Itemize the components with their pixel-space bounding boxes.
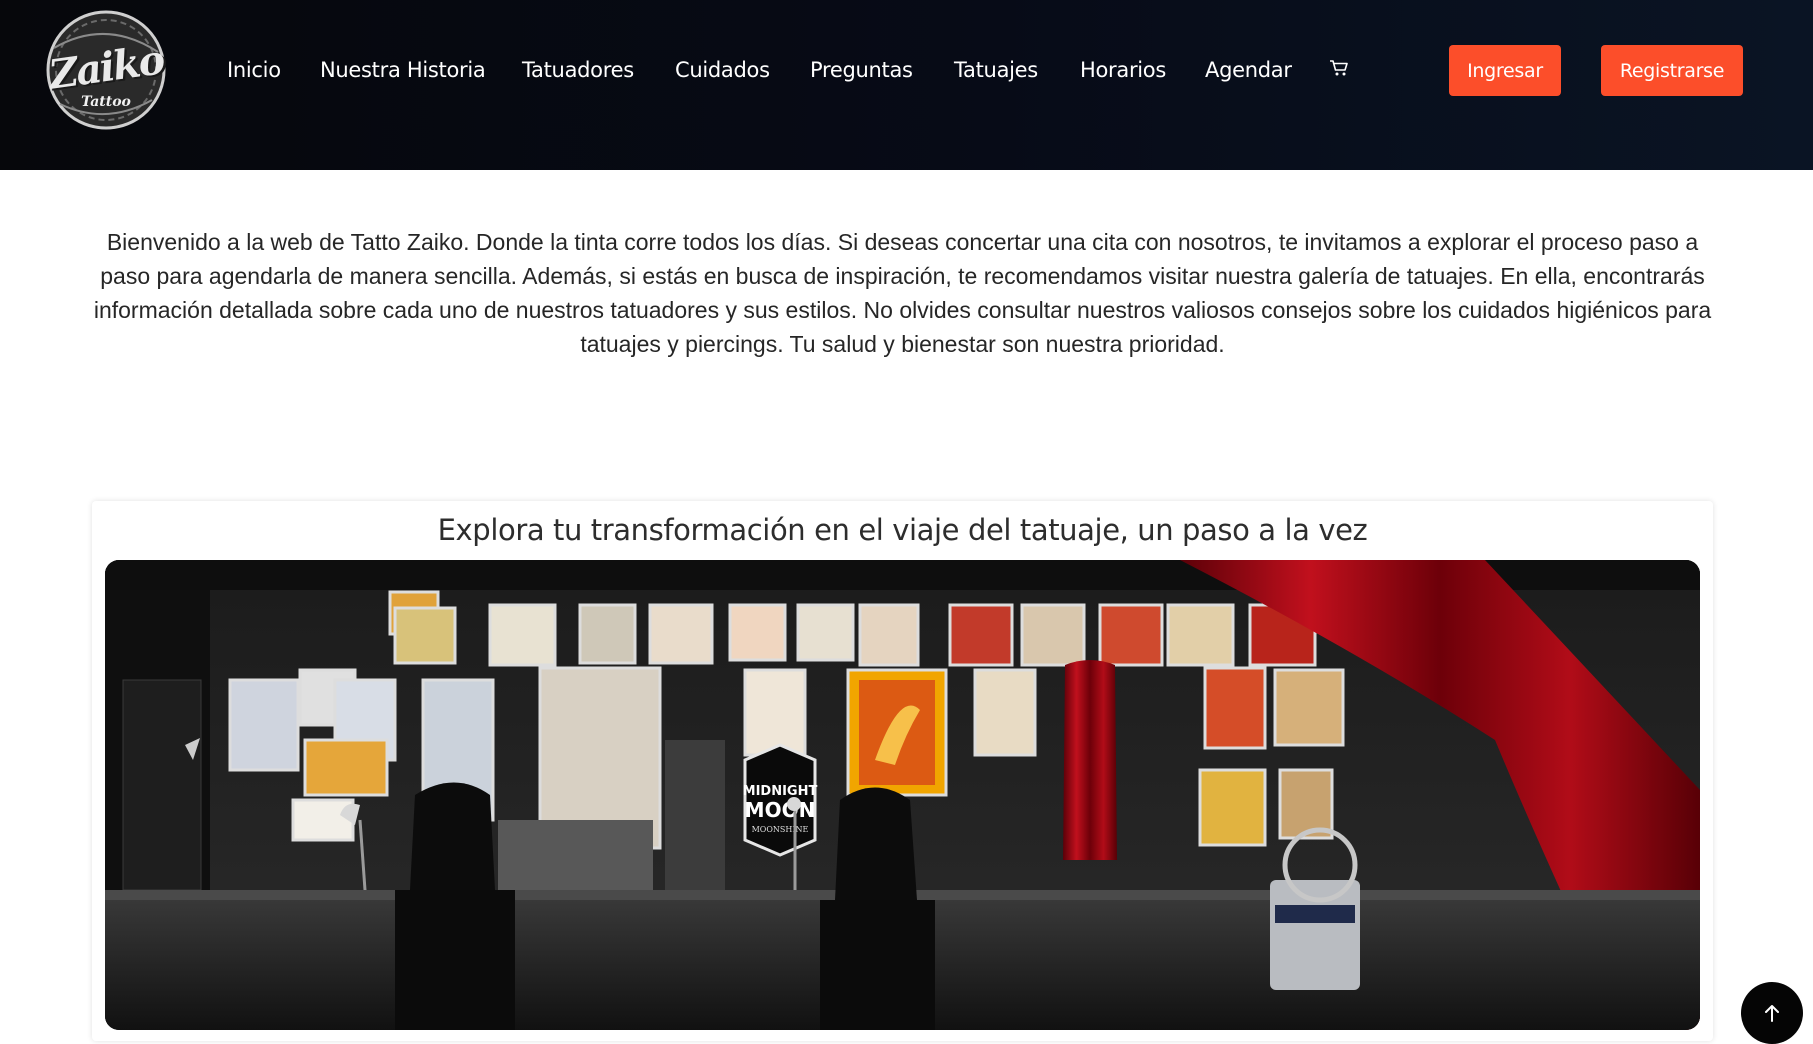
register-button[interactable]: Registrarse — [1601, 45, 1743, 96]
logo-subtext: Tattoo — [81, 94, 131, 110]
nav-cuidados[interactable]: Cuidados — [675, 58, 770, 82]
nav-preguntas[interactable]: Preguntas — [810, 58, 913, 82]
nav-tatuadores[interactable]: Tatuadores — [522, 58, 634, 82]
midnight-moon-sign: MIDNIGHT MOON MOONSHINE — [743, 743, 818, 857]
nav-agendar[interactable]: Agendar — [1205, 58, 1292, 82]
studio-photo: MIDNIGHT MOON MOONSHINE — [105, 560, 1700, 1030]
sign-line-3: MOONSHINE — [752, 825, 809, 834]
login-button[interactable]: Ingresar — [1449, 45, 1561, 96]
zaiko-logo[interactable]: Zaiko Tattoo — [40, 8, 172, 132]
cart-icon[interactable] — [1329, 58, 1349, 78]
nav-nuestra-historia[interactable]: Nuestra Historia — [320, 58, 486, 82]
journey-card: Explora tu transformación en el viaje de… — [92, 501, 1713, 1041]
site-header: Zaiko Tattoo Inicio Nuestra Historia Tat… — [0, 0, 1813, 170]
back-to-top-button[interactable] — [1741, 982, 1803, 1044]
nav-horarios[interactable]: Horarios — [1080, 58, 1166, 82]
card-title: Explora tu transformación en el viaje de… — [437, 513, 1368, 547]
nav-tatuajes[interactable]: Tatuajes — [954, 58, 1038, 82]
arrow-up-icon — [1765, 1005, 1779, 1022]
nav-inicio[interactable]: Inicio — [227, 58, 281, 82]
studio-illustration: MIDNIGHT MOON MOONSHINE — [105, 560, 1700, 1030]
welcome-text: Bienvenido a la web de Tatto Zaiko. Dond… — [93, 229, 1712, 357]
sign-line-1: MIDNIGHT — [743, 784, 818, 799]
sign-line-2: MOON — [745, 798, 816, 822]
